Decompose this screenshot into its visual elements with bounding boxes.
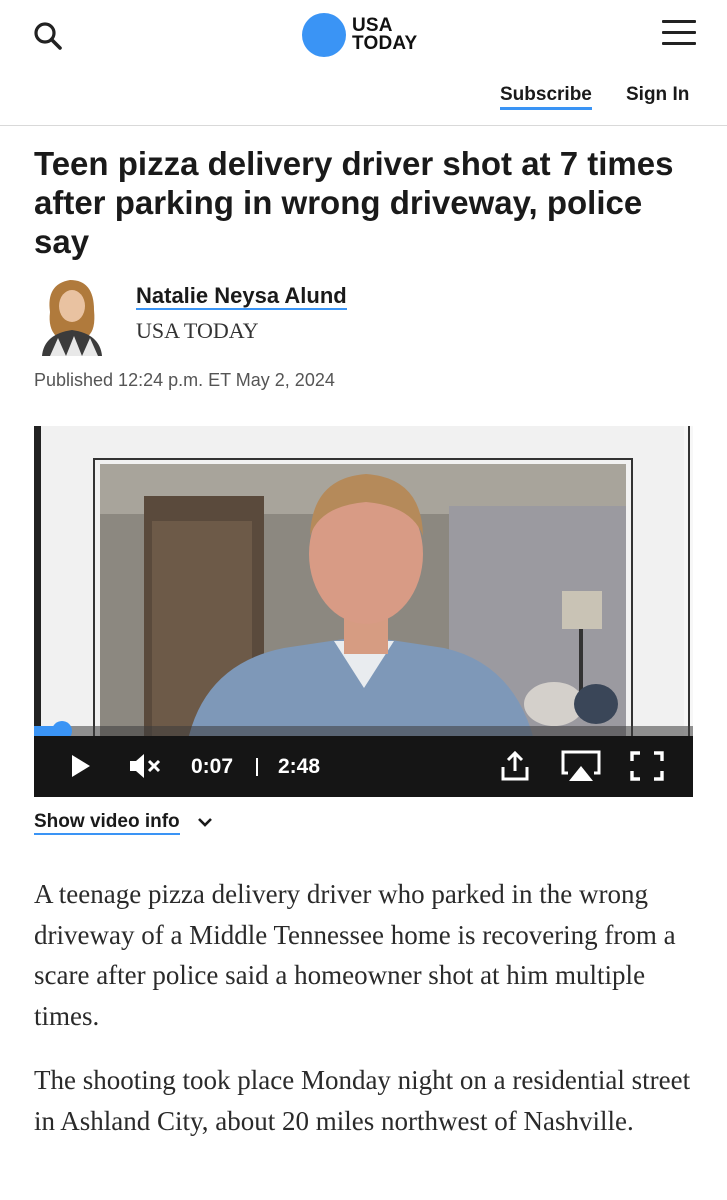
subscribe-link[interactable]: Subscribe — [500, 84, 592, 110]
show-video-info-link[interactable]: Show video info — [34, 811, 180, 835]
logo-wordmark: USA TODAY — [352, 16, 418, 54]
author-organization: USA TODAY — [136, 318, 259, 343]
video-player[interactable]: 0:07 2:48 — [34, 426, 693, 797]
publish-date: Published 12:24 p.m. ET May 2, 2024 — [34, 370, 335, 390]
article-paragraph: The shooting took place Monday night on … — [34, 1065, 691, 1136]
article-headline: Teen pizza delivery driver shot at 7 tim… — [34, 145, 674, 260]
top-navigation-bar: USA TODAY Subscribe Sign In — [0, 0, 727, 126]
hamburger-menu-icon[interactable] — [662, 20, 696, 48]
airplay-icon[interactable] — [560, 749, 602, 788]
logo-dot-icon — [302, 13, 346, 57]
author-avatar[interactable] — [36, 272, 108, 356]
video-controls-bar: 0:07 2:48 — [34, 736, 693, 797]
search-icon[interactable] — [30, 18, 66, 54]
usa-today-logo[interactable]: USA TODAY — [302, 13, 417, 57]
author-name-link[interactable]: Natalie Neysa Alund — [136, 284, 347, 310]
menu-bar — [662, 42, 696, 45]
menu-bar — [662, 31, 696, 34]
play-icon[interactable] — [70, 753, 92, 784]
fullscreen-icon[interactable] — [630, 751, 664, 786]
progress-bar[interactable] — [34, 721, 693, 741]
video-duration: 2:48 — [278, 755, 321, 778]
menu-bar — [662, 20, 696, 23]
mute-icon[interactable] — [128, 752, 164, 785]
current-time: 0:07 — [191, 755, 234, 778]
sign-in-link[interactable]: Sign In — [626, 84, 689, 106]
time-separator — [256, 758, 258, 776]
share-icon[interactable] — [500, 750, 530, 787]
article-paragraph: A teenage pizza delivery driver who park… — [34, 879, 676, 1031]
chevron-down-icon[interactable] — [196, 813, 214, 831]
logo-line-2: TODAY — [352, 33, 418, 54]
